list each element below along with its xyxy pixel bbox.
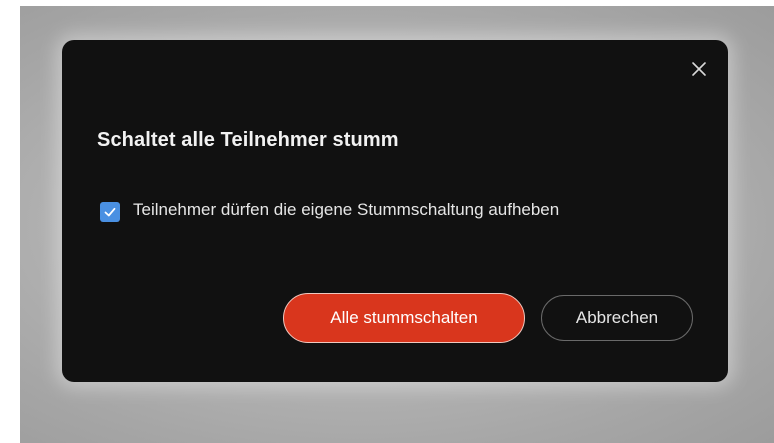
allow-unmute-label[interactable]: Teilnehmer dürfen die eigene Stummschalt…: [133, 196, 603, 224]
cancel-button[interactable]: Abbrechen: [541, 295, 693, 341]
allow-unmute-checkbox[interactable]: [100, 202, 120, 222]
mute-all-dialog: Schaltet alle Teilnehmer stumm Teilnehme…: [62, 40, 728, 382]
checkmark-icon: [104, 207, 116, 217]
close-icon: [692, 62, 706, 76]
allow-unmute-option: Teilnehmer dürfen die eigene Stummschalt…: [100, 200, 603, 224]
mute-all-button[interactable]: Alle stummschalten: [283, 293, 525, 343]
dialog-title: Schaltet alle Teilnehmer stumm: [97, 129, 399, 151]
close-button[interactable]: [690, 60, 708, 78]
